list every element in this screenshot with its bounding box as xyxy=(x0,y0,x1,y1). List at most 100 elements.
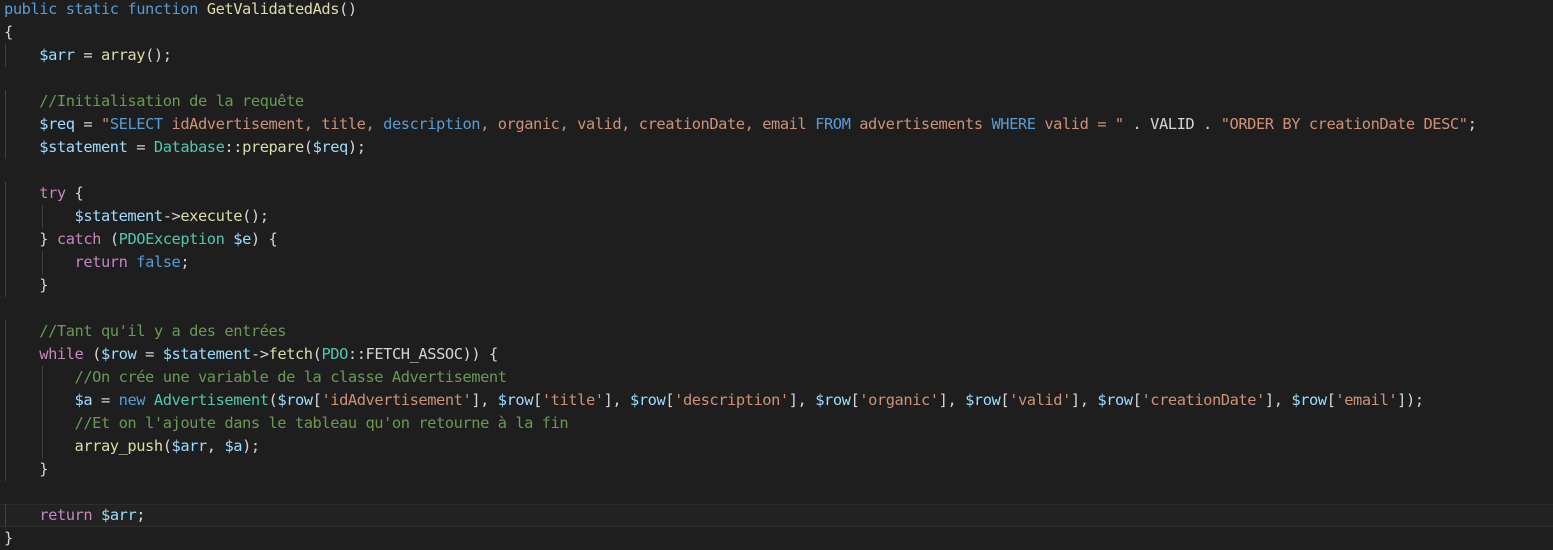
code-token: = xyxy=(136,345,163,363)
code-line[interactable]: $a = new Advertisement($row['idAdvertise… xyxy=(0,389,1553,412)
code-token: //Initialisation de la requête xyxy=(39,92,304,110)
code-token: 'creationDate' xyxy=(1141,391,1265,409)
code-line[interactable]: { xyxy=(0,21,1553,44)
code-token: (); xyxy=(242,207,269,225)
code-token: ::FETCH_ASSOC)) { xyxy=(347,345,498,363)
code-text: } catch (PDOException $e) { xyxy=(4,228,278,251)
code-line[interactable]: } xyxy=(0,274,1553,297)
code-token: Database xyxy=(153,138,225,156)
code-text: } xyxy=(4,527,13,550)
code-line[interactable]: return $arr; xyxy=(0,504,1553,527)
code-token: "ORDER BY creationDate DESC" xyxy=(1220,115,1468,133)
code-token: //On crée une variable de la classe Adve… xyxy=(74,368,507,386)
code-token: $a xyxy=(74,391,93,409)
code-token: ; xyxy=(1467,115,1477,133)
code-token: $req xyxy=(39,115,75,133)
code-token: [ xyxy=(533,391,542,409)
code-line[interactable]: $arr = array(); xyxy=(0,44,1553,67)
code-token: FROM xyxy=(815,115,851,133)
code-line[interactable]: $statement = Database::prepare($req); xyxy=(0,136,1553,159)
code-line[interactable]: //Et on l'ajoute dans le tableau qu'on r… xyxy=(0,412,1553,435)
code-line[interactable] xyxy=(0,159,1553,182)
code-token: ( xyxy=(101,230,119,248)
code-token: ], xyxy=(938,391,966,409)
code-token: ( xyxy=(303,138,313,156)
code-text: //Et on l'ajoute dans le tableau qu'on r… xyxy=(4,412,569,435)
code-line[interactable] xyxy=(0,481,1553,504)
code-token: ], xyxy=(471,391,498,409)
code-token: new xyxy=(118,391,146,409)
code-line[interactable]: //Initialisation de la requête xyxy=(0,90,1553,113)
code-text: try { xyxy=(4,182,84,205)
code-token: (); xyxy=(145,46,172,64)
code-token: = xyxy=(127,138,154,156)
code-token: array_push xyxy=(74,437,164,455)
code-line[interactable]: while ($row = $statement->fetch(PDO::FET… xyxy=(0,343,1553,366)
code-token: try xyxy=(39,184,66,202)
code-token: //Et on l'ajoute dans le tableau qu'on r… xyxy=(74,414,569,432)
code-line[interactable]: $statement->execute(); xyxy=(0,205,1553,228)
code-token: -> xyxy=(162,207,181,225)
code-token: = xyxy=(74,115,101,133)
code-token: ], xyxy=(1264,391,1292,409)
code-line[interactable]: try { xyxy=(0,182,1553,205)
code-token: $row xyxy=(101,345,137,363)
code-token: ], xyxy=(603,391,631,409)
code-token: $row xyxy=(1291,391,1327,409)
code-token: ]); xyxy=(1397,391,1424,409)
code-token: $statement xyxy=(74,207,164,225)
code-token: 'email' xyxy=(1335,391,1398,409)
code-line[interactable]: } xyxy=(0,458,1553,481)
code-token: { xyxy=(4,23,13,41)
code-token: $e xyxy=(233,230,251,248)
code-token: $arr xyxy=(101,506,137,524)
code-token: //Tant qu'il y a des entrées xyxy=(39,322,287,340)
code-line[interactable]: } catch (PDOException $e) { xyxy=(0,228,1553,251)
code-line[interactable]: //On crée une variable de la classe Adve… xyxy=(0,366,1553,389)
code-line[interactable]: $req = "SELECT idAdvertisement, title, d… xyxy=(0,113,1553,136)
code-token: [ xyxy=(850,391,860,409)
code-token: $row xyxy=(630,391,666,409)
code-token: while xyxy=(39,345,84,363)
code-text: return false; xyxy=(4,251,190,274)
code-token: $arr xyxy=(171,437,208,455)
code-token: , organic, valid, creationDate, email xyxy=(480,115,816,133)
code-token: ( xyxy=(162,437,172,455)
code-token: public static function xyxy=(4,0,207,18)
code-token: WHERE xyxy=(991,115,1036,133)
code-line[interactable]: //Tant qu'il y a des entrées xyxy=(0,320,1553,343)
code-editor[interactable]: public static function GetValidatedAds()… xyxy=(0,0,1553,549)
code-text: return $arr; xyxy=(4,504,145,527)
code-token: 'idAdvertisement' xyxy=(321,391,472,409)
code-line[interactable]: array_push($arr, $a); xyxy=(0,435,1553,458)
code-text: //On crée une variable de la classe Adve… xyxy=(4,366,507,389)
code-token: return xyxy=(74,253,128,271)
code-line[interactable] xyxy=(0,67,1553,90)
code-text: $statement->execute(); xyxy=(4,205,269,228)
code-text: array_push($arr, $a); xyxy=(4,435,261,458)
code-token: $req xyxy=(312,138,349,156)
code-line[interactable]: } xyxy=(0,527,1553,550)
code-text: public static function GetValidatedAds() xyxy=(4,0,357,21)
code-token: description xyxy=(383,115,481,133)
code-line[interactable]: public static function GetValidatedAds() xyxy=(0,0,1553,21)
code-token: GetValidatedAds xyxy=(206,0,340,18)
code-text: { xyxy=(4,21,13,44)
code-token: " xyxy=(100,115,110,133)
code-line[interactable] xyxy=(0,297,1553,320)
code-token: = xyxy=(92,391,119,409)
code-token: ; xyxy=(180,253,190,271)
code-token: $row xyxy=(965,391,1001,409)
code-line[interactable]: return false; xyxy=(0,251,1553,274)
